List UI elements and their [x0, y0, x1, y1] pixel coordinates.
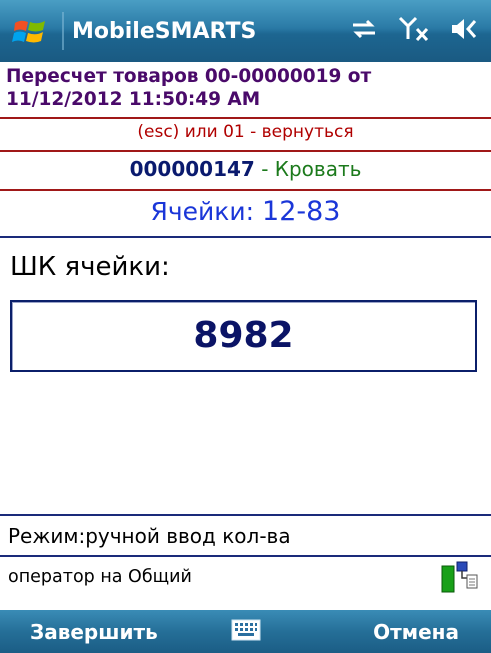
divider-4	[0, 236, 491, 238]
divider-3	[0, 189, 491, 191]
cell-value: 12-83	[262, 196, 341, 227]
document-title: Пересчет товаров 00-00000019 от 11/12/20…	[6, 66, 372, 110]
status-icons	[335, 15, 481, 47]
divider-1	[0, 117, 491, 119]
app-title: MobileSMARTS	[72, 19, 257, 44]
item-name: Кровать	[274, 157, 362, 181]
divider-2	[0, 150, 491, 152]
no-signal-icon[interactable]	[398, 15, 430, 43]
windows-start-icon[interactable]	[12, 17, 48, 47]
title-bar: MobileSMARTS	[0, 0, 491, 62]
barcode-label: ШК ячейки:	[10, 252, 170, 282]
cell-row: Ячейки: 12-83	[0, 196, 491, 227]
operator-label: оператор на Общий	[8, 567, 192, 587]
title-separator	[62, 12, 64, 50]
volume-icon[interactable]	[449, 15, 481, 43]
barcode-field[interactable]: 8982	[10, 300, 477, 372]
divider-6	[0, 555, 491, 557]
network-status-icon	[441, 561, 478, 593]
back-hint: (esc) или 01 - вернуться	[137, 122, 354, 142]
item-code: 000000147	[129, 157, 255, 181]
item-separator: -	[254, 157, 275, 181]
finish-button[interactable]: Завершить	[30, 620, 158, 644]
cancel-button[interactable]: Отмена	[373, 620, 459, 644]
item-row: 000000147 - Кровать	[0, 157, 491, 181]
keyboard-icon[interactable]	[231, 619, 261, 641]
cell-label: Ячейки:	[150, 197, 263, 226]
divider-5	[0, 514, 491, 516]
sync-icon[interactable]	[349, 16, 379, 42]
softkey-bar: Завершить Отмена	[0, 610, 491, 653]
mode-label: Режим:ручной ввод кол-ва	[8, 524, 291, 548]
barcode-input[interactable]: 8982	[12, 302, 475, 370]
